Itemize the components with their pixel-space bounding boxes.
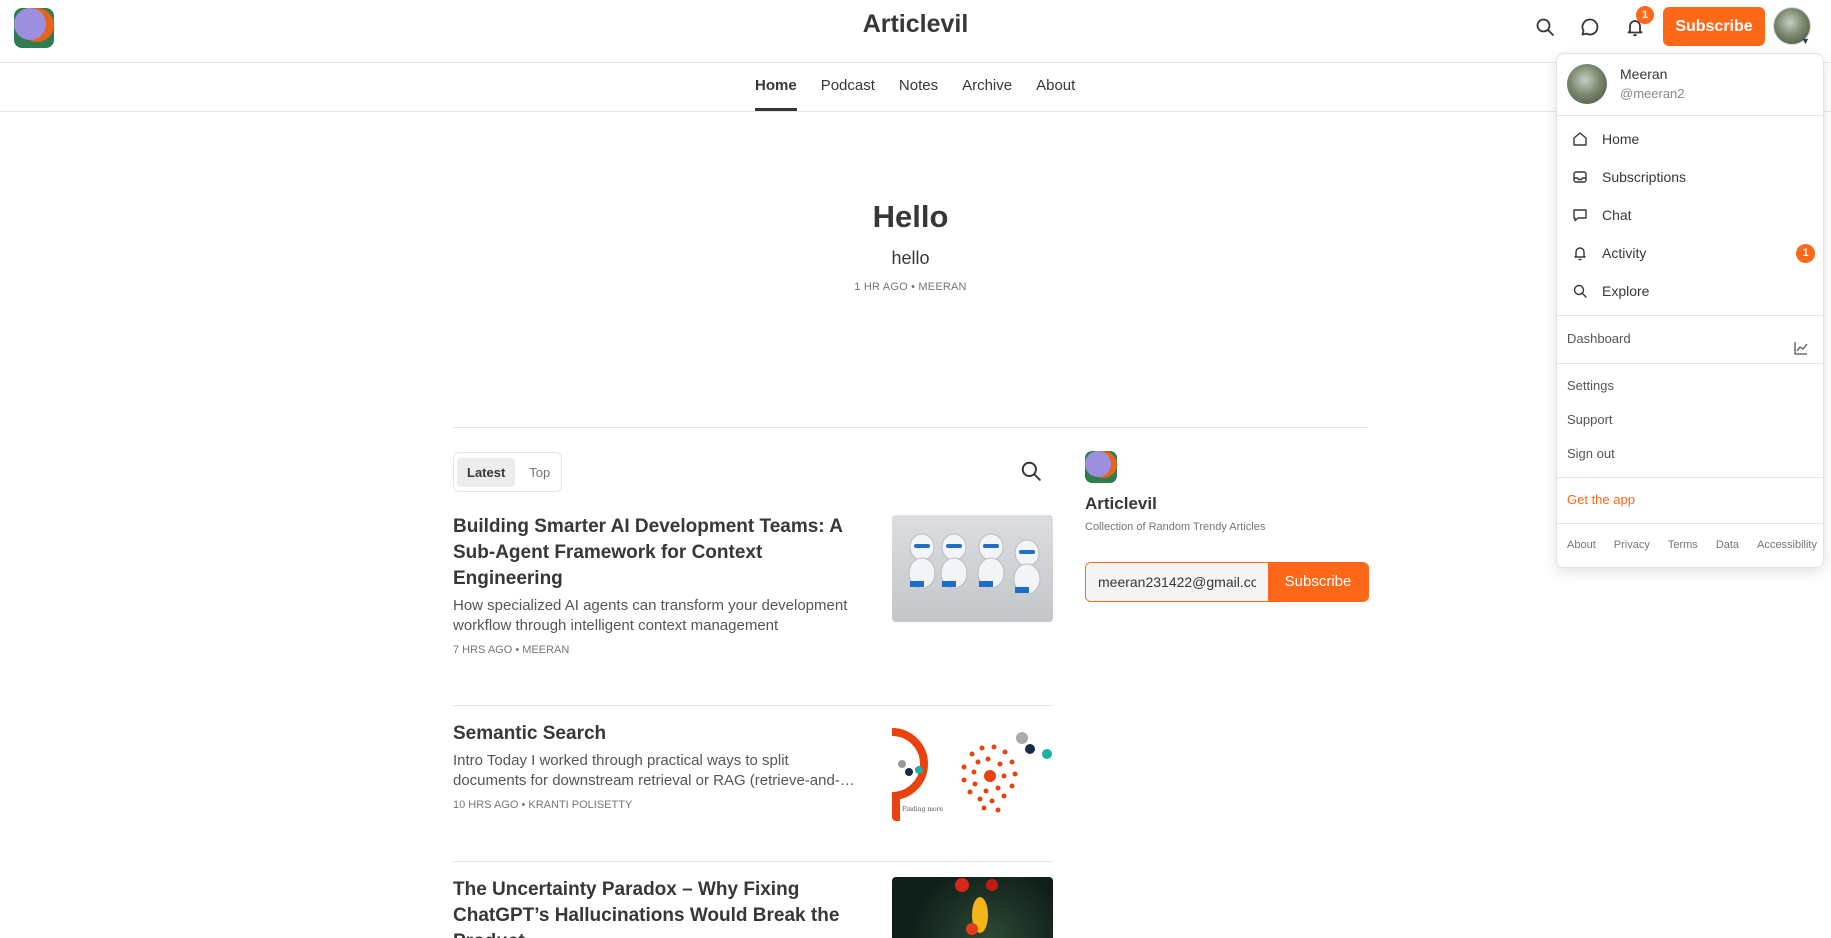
chevron-down-icon: ▼ xyxy=(1801,36,1810,46)
menu-divider xyxy=(1557,523,1823,524)
post-title[interactable]: Building Smarter AI Development Teams: A… xyxy=(453,514,863,592)
nav-home[interactable]: Home xyxy=(755,77,797,111)
nav-podcast[interactable]: Podcast xyxy=(821,77,875,111)
menu-item-dashboard[interactable]: Dashboard xyxy=(1567,331,1631,346)
post-subtitle: How specialized AI agents can transform … xyxy=(453,597,848,634)
nav-notes[interactable]: Notes xyxy=(899,77,938,111)
menu-item-subscriptions[interactable]: Subscriptions xyxy=(1571,165,1811,189)
section-divider xyxy=(453,427,1369,428)
post-title[interactable]: The Uncertainty Paradox – Why Fixing Cha… xyxy=(453,877,863,938)
post-meta: 7 HRS AGO • MEERAN xyxy=(453,644,570,656)
home-icon xyxy=(1571,130,1589,148)
featured-post-subtitle[interactable]: hello xyxy=(0,248,1821,269)
chat-icon[interactable] xyxy=(1575,12,1605,42)
tab-top[interactable]: Top xyxy=(519,458,560,487)
featured-post-title[interactable]: Hello xyxy=(0,199,1821,235)
featured-post-meta: 1 HR AGO • MEERAN xyxy=(854,281,967,293)
footer-link-about[interactable]: About xyxy=(1567,539,1596,551)
menu-item-activity[interactable]: Activity 1 xyxy=(1571,241,1815,265)
publication-logo[interactable] xyxy=(14,8,54,48)
nav-archive[interactable]: Archive xyxy=(962,77,1012,111)
email-field[interactable] xyxy=(1086,563,1268,601)
menu-divider xyxy=(1557,477,1823,478)
post-separator xyxy=(453,861,1053,862)
footer-link-privacy[interactable]: Privacy xyxy=(1614,539,1650,551)
top-header: Articlevil 1 Subscribe ▼ xyxy=(0,0,1831,63)
menu-divider xyxy=(1557,115,1823,116)
footer-link-accessibility[interactable]: Accessibility xyxy=(1757,539,1817,551)
feed-search-icon[interactable] xyxy=(1020,460,1042,487)
menu-item-label: Subscriptions xyxy=(1602,169,1687,185)
user-handle: @meeran2 xyxy=(1620,86,1685,101)
post-subtitle: Intro Today I worked through practical w… xyxy=(453,752,855,789)
menu-divider xyxy=(1557,315,1823,316)
post-thumbnail-semantic[interactable]: Finding more xyxy=(892,714,1053,821)
user-menu-dropdown: Meeran @meeran2 Home Subscriptions Chat … xyxy=(1556,53,1824,568)
sidebar-publication-name[interactable]: Articlevil xyxy=(1085,494,1157,514)
sidebar-subscribe-form: Subscribe xyxy=(1085,562,1369,602)
menu-item-label: Explore xyxy=(1602,283,1650,299)
bell-icon xyxy=(1571,244,1589,262)
menu-item-settings[interactable]: Settings xyxy=(1567,378,1614,393)
post-thumbnail-paradox[interactable] xyxy=(892,877,1053,938)
svg-text:Finding more: Finding more xyxy=(902,806,943,813)
sidebar-publication-description: Collection of Random Trendy Articles xyxy=(1085,521,1266,533)
post-title[interactable]: Semantic Search xyxy=(453,721,863,747)
feed-tabs: Latest Top xyxy=(453,452,562,492)
inbox-icon xyxy=(1571,168,1589,186)
menu-divider xyxy=(1557,363,1823,364)
menu-item-label: Chat xyxy=(1602,207,1632,223)
user-profile-row[interactable]: Meeran @meeran2 xyxy=(1567,62,1817,112)
menu-item-home[interactable]: Home xyxy=(1571,127,1811,151)
avatar xyxy=(1567,64,1607,104)
get-app-link[interactable]: Get the app xyxy=(1567,492,1635,507)
menu-footer-links: About Privacy Terms Data Accessibility xyxy=(1567,539,1817,551)
chat-icon xyxy=(1571,206,1589,224)
notification-badge: 1 xyxy=(1636,6,1654,24)
menu-item-sign-out[interactable]: Sign out xyxy=(1567,446,1615,461)
activity-badge: 1 xyxy=(1796,244,1815,263)
nav-about[interactable]: About xyxy=(1036,77,1075,111)
menu-item-support[interactable]: Support xyxy=(1567,412,1613,427)
post-separator xyxy=(453,705,1053,706)
menu-item-label: Activity xyxy=(1602,245,1647,261)
footer-link-terms[interactable]: Terms xyxy=(1668,539,1698,551)
menu-item-label: Home xyxy=(1602,131,1640,147)
search-icon xyxy=(1571,282,1589,300)
menu-item-explore[interactable]: Explore xyxy=(1571,279,1811,303)
sidebar-publication-logo[interactable] xyxy=(1085,451,1117,483)
tab-latest[interactable]: Latest xyxy=(457,457,516,487)
menu-item-chat[interactable]: Chat xyxy=(1571,203,1811,227)
post-thumbnail-robots[interactable] xyxy=(892,515,1053,622)
user-name: Meeran xyxy=(1620,66,1668,82)
chart-icon xyxy=(1793,340,1809,361)
subscribe-button[interactable]: Subscribe xyxy=(1663,7,1765,46)
search-icon[interactable] xyxy=(1530,12,1560,42)
sidebar-subscribe-button[interactable]: Subscribe xyxy=(1268,563,1368,601)
footer-link-data[interactable]: Data xyxy=(1716,539,1739,551)
